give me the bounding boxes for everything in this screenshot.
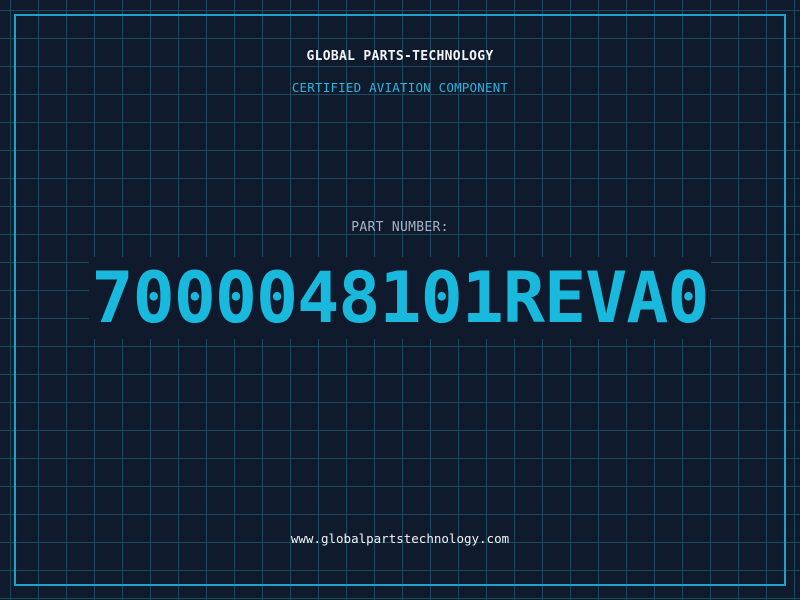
part-number-label: PART NUMBER: [351, 220, 449, 235]
certification-tagline: CERTIFIED AVIATION COMPONENT [291, 80, 509, 95]
part-number-text: 7000048101REVA0 [89, 257, 711, 339]
part-number-value: 7000048101REVA0 [0, 257, 800, 339]
part-label-card: GLOBAL PARTS-TECHNOLOGY CERTIFIED AVIATI… [0, 0, 800, 600]
website-url: www.globalpartstechnology.com [290, 531, 510, 546]
brand-name: GLOBAL PARTS-TECHNOLOGY [306, 49, 494, 64]
